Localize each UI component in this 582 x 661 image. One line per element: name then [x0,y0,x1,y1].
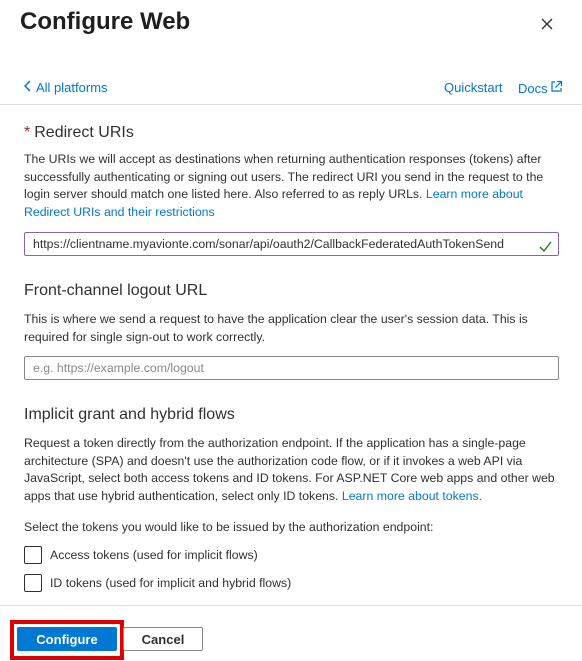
redirect-uri-value: https://clientname.myavionte.com/sonar/a… [33,237,504,251]
configure-button[interactable]: Configure [17,627,117,651]
id-tokens-checkbox-row[interactable]: ID tokens (used for implicit and hybrid … [24,573,291,593]
header-divider [0,104,582,105]
access-tokens-label: Access tokens (used for implicit flows) [50,548,258,562]
implicit-grant-description: Request a token directly from the author… [24,436,555,503]
logout-url-section: Front-channel logout URL This is where w… [24,282,560,346]
footer-divider [0,605,582,606]
access-tokens-checkbox[interactable] [24,546,42,564]
external-link-icon [550,80,563,96]
close-icon[interactable] [536,13,558,35]
redirect-uris-section: * Redirect URIs The URIs we will accept a… [24,124,560,221]
implicit-grant-title: Implicit grant and hybrid flows [24,406,235,423]
implicit-grant-section: Implicit grant and hybrid flows Request … [24,406,560,537]
required-marker: * [24,124,31,141]
chevron-left-icon [23,80,32,95]
checkmark-icon [539,238,552,253]
all-platforms-label: All platforms [36,80,108,95]
redirect-uris-title-text: Redirect URIs [34,124,134,141]
quickstart-link[interactable]: Quickstart [444,80,503,95]
logout-url-placeholder: e.g. https://example.com/logout [33,361,204,375]
token-select-prompt: Select the tokens you would like to be i… [24,520,434,534]
docs-link[interactable]: Docs [518,80,563,96]
redirect-uris-description: The URIs we will accept as destinations … [24,152,544,219]
tokens-learn-more-link[interactable]: Learn more about tokens. [342,489,482,503]
id-tokens-label: ID tokens (used for implicit and hybrid … [50,576,292,590]
nav-row: All platforms Quickstart Docs [0,76,582,102]
panel-header: Configure Web [0,0,582,50]
redirect-uri-input[interactable]: https://clientname.myavionte.com/sonar/a… [24,232,559,256]
all-platforms-link[interactable]: All platforms [23,80,108,95]
access-tokens-checkbox-row[interactable]: Access tokens (used for implicit flows) [24,545,258,565]
id-tokens-checkbox[interactable] [24,574,42,592]
logout-url-input[interactable]: e.g. https://example.com/logout [24,356,559,380]
redirect-uris-title: * Redirect URIs [24,124,560,142]
panel-title: Configure Web [20,8,191,35]
logout-url-description: This is where we send a request to have … [24,312,528,344]
logout-url-title: Front-channel logout URL [24,282,208,299]
cancel-button[interactable]: Cancel [123,627,203,651]
docs-label: Docs [518,80,548,96]
